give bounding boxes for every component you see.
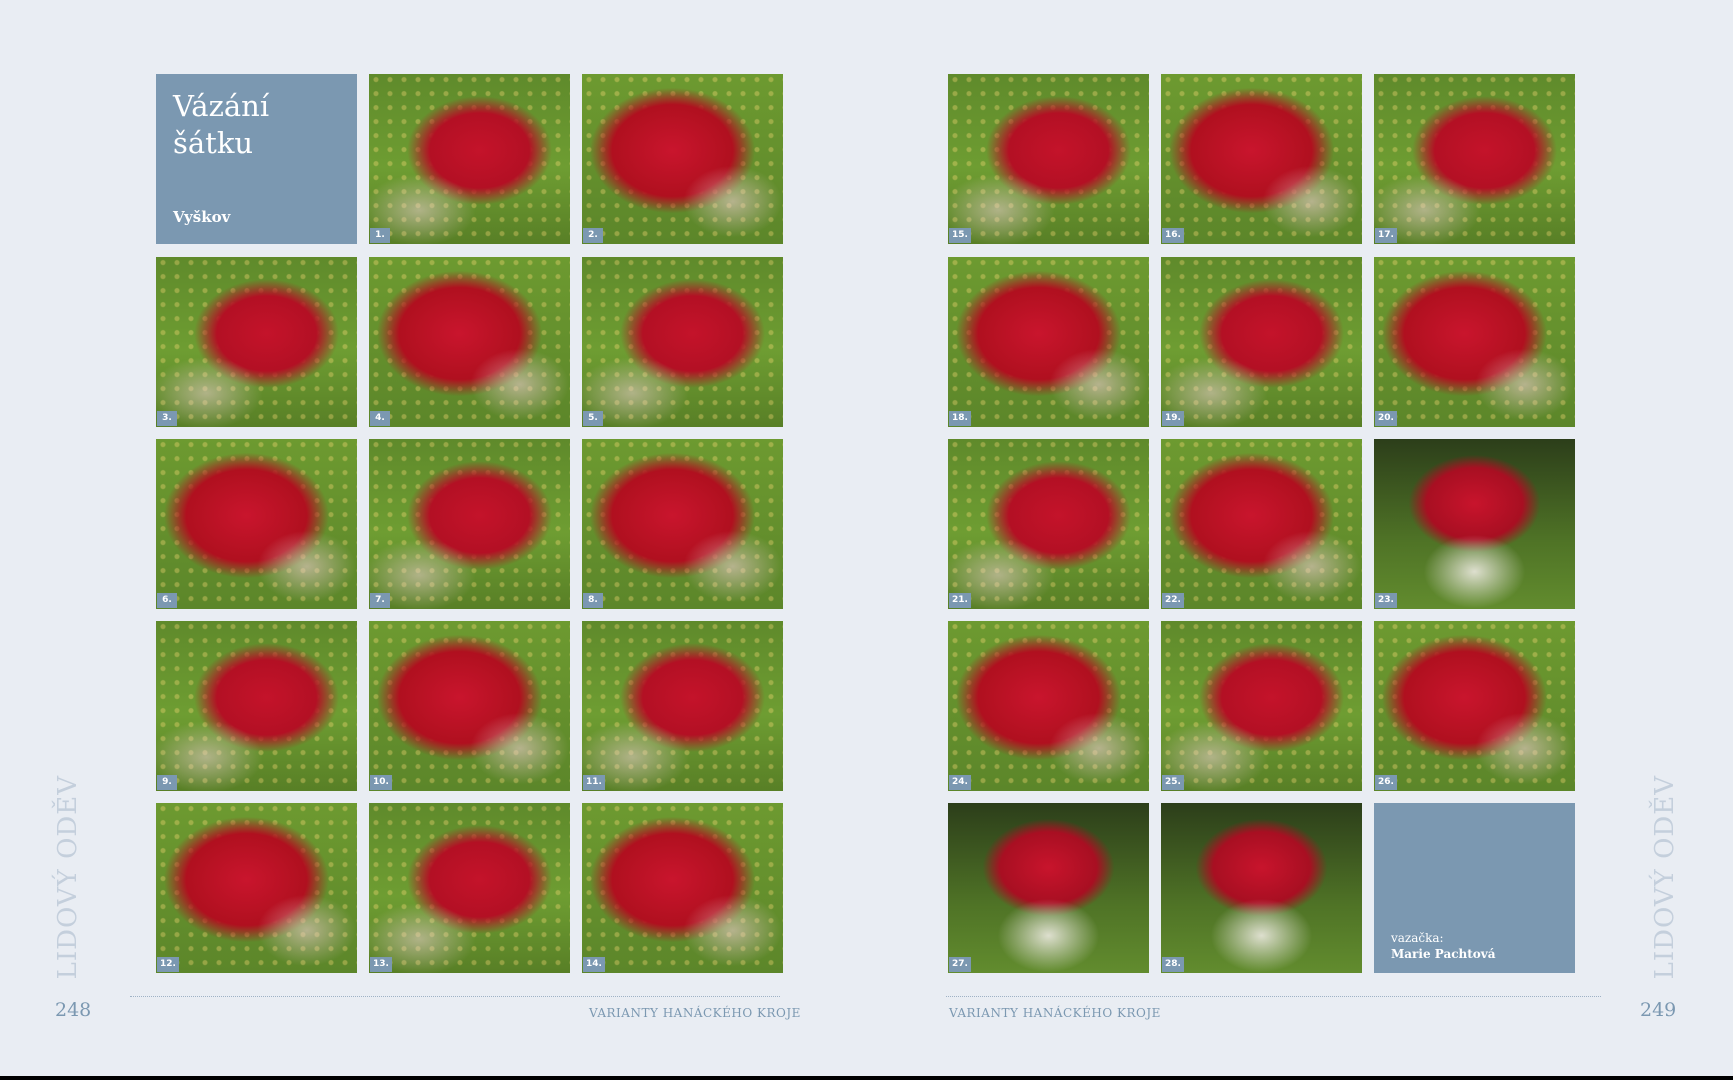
page-title: Vázání šátku	[173, 89, 270, 160]
step-number: 19.	[1162, 411, 1184, 426]
step-photo-18: 18.	[948, 257, 1149, 427]
step-photo-7: 7.	[369, 439, 570, 609]
step-photo-5: 5.	[582, 257, 783, 427]
step-number: 18.	[949, 411, 971, 426]
step-number: 15.	[949, 228, 971, 243]
running-footer-left: VARIANTY HANÁCKÉHO KROJE	[589, 1006, 801, 1020]
book-spread: Vázání šátku Vyškov 1. 2. 3. 4. 5. 6. 7.…	[0, 0, 1733, 1076]
side-label-left: LIDOVÝ ODĚV	[53, 775, 83, 980]
step-photo-1: 1.	[369, 74, 570, 244]
step-photo-14: 14.	[582, 803, 783, 973]
step-number: 13.	[370, 957, 392, 972]
step-number: 12.	[157, 957, 179, 972]
step-number: 3.	[157, 411, 177, 426]
footer-rule-left	[130, 996, 780, 997]
step-photo-9: 9.	[156, 621, 357, 791]
step-number: 6.	[157, 593, 177, 608]
step-number: 10.	[370, 775, 392, 790]
step-number: 9.	[157, 775, 177, 790]
step-number: 7.	[370, 593, 390, 608]
step-number: 17.	[1375, 228, 1397, 243]
step-number: 24.	[949, 775, 971, 790]
step-photo-16: 16.	[1161, 74, 1362, 244]
step-photo-2: 2.	[582, 74, 783, 244]
credit-role: vazačka:	[1391, 931, 1444, 945]
step-photo-12: 12.	[156, 803, 357, 973]
step-photo-19: 19.	[1161, 257, 1362, 427]
step-number: 11.	[583, 775, 605, 790]
credit-box: vazačka: Marie Pachtová	[1374, 803, 1575, 973]
step-number: 14.	[583, 957, 605, 972]
title-box: Vázání šátku Vyškov	[156, 74, 357, 244]
step-photo-11: 11.	[582, 621, 783, 791]
side-label-right: LIDOVÝ ODĚV	[1650, 775, 1680, 980]
step-number: 1.	[370, 228, 390, 243]
step-number: 4.	[370, 411, 390, 426]
step-photo-21: 21.	[948, 439, 1149, 609]
running-footer-right: VARIANTY HANÁCKÉHO KROJE	[949, 1006, 1161, 1020]
step-number: 5.	[583, 411, 603, 426]
credit-name: Marie Pachtová	[1391, 947, 1496, 961]
step-photo-8: 8.	[582, 439, 783, 609]
step-photo-13: 13.	[369, 803, 570, 973]
step-photo-4: 4.	[369, 257, 570, 427]
step-number: 27.	[949, 957, 971, 972]
step-photo-20: 20.	[1374, 257, 1575, 427]
step-number: 16.	[1162, 228, 1184, 243]
step-photo-17: 17.	[1374, 74, 1575, 244]
step-photo-15: 15.	[948, 74, 1149, 244]
step-photo-28: 28.	[1161, 803, 1362, 973]
step-photo-25: 25.	[1161, 621, 1362, 791]
step-number: 2.	[583, 228, 603, 243]
step-photo-23: 23.	[1374, 439, 1575, 609]
page-number-left: 248	[55, 999, 92, 1021]
page-number-right: 249	[1640, 999, 1677, 1021]
step-number: 20.	[1375, 411, 1397, 426]
step-number: 28.	[1162, 957, 1184, 972]
step-number: 25.	[1162, 775, 1184, 790]
step-photo-22: 22.	[1161, 439, 1362, 609]
step-photo-26: 26.	[1374, 621, 1575, 791]
location-subtitle: Vyškov	[173, 208, 231, 226]
step-photo-27: 27.	[948, 803, 1149, 973]
step-photo-24: 24.	[948, 621, 1149, 791]
step-number: 23.	[1375, 593, 1397, 608]
footer-rule-right	[946, 996, 1601, 997]
step-photo-6: 6.	[156, 439, 357, 609]
step-number: 22.	[1162, 593, 1184, 608]
step-photo-10: 10.	[369, 621, 570, 791]
step-photo-3: 3.	[156, 257, 357, 427]
step-number: 21.	[949, 593, 971, 608]
step-number: 26.	[1375, 775, 1397, 790]
step-number: 8.	[583, 593, 603, 608]
